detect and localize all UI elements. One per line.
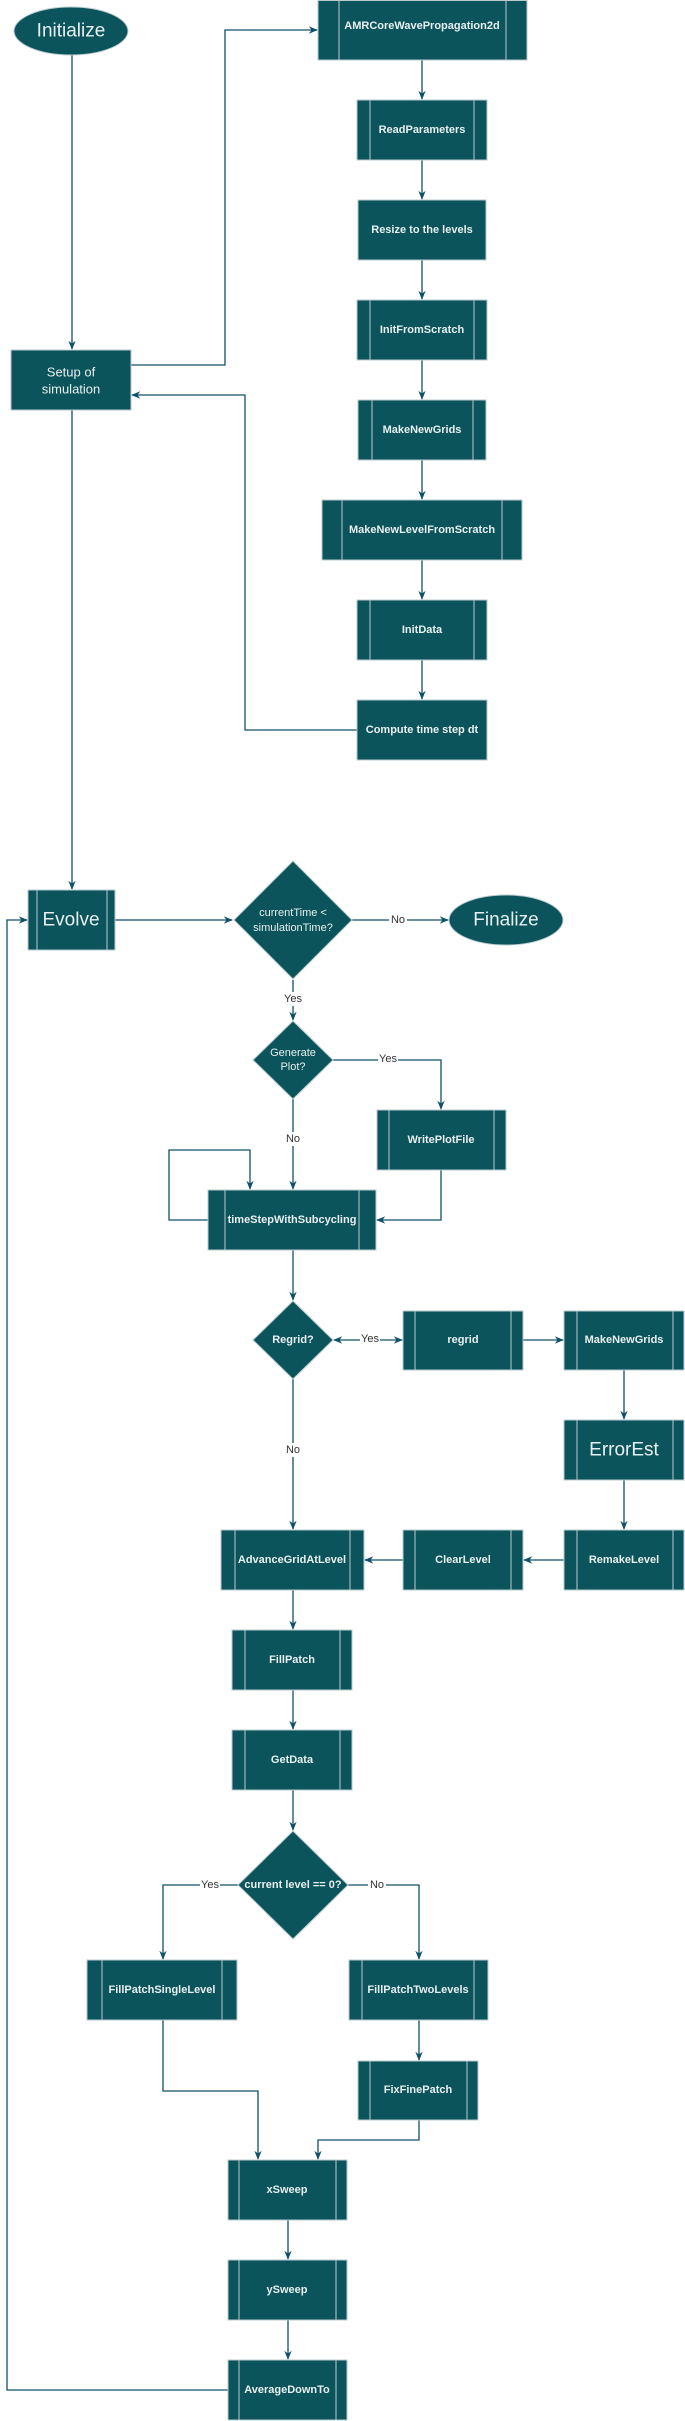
level-check-label: current level == 0? — [244, 1879, 341, 1891]
fp-two-label: FillPatchTwoLevels — [367, 1984, 468, 1996]
node-fill-patch: FillPatch — [231, 1629, 353, 1691]
node-remake-level: RemakeLevel — [563, 1529, 685, 1591]
edge-compute-setup — [131, 391, 357, 731]
time-check-label-line1: currentTime < — [259, 907, 327, 919]
node-init-from-scratch: InitFromScratch — [356, 299, 488, 361]
decision-time-check: currentTime < simulationTime? — [233, 860, 353, 980]
fill-patch-label: FillPatch — [269, 1654, 315, 1666]
label-no-finalize: No — [391, 914, 405, 926]
label-yes-genplot: Yes — [284, 993, 302, 1005]
node-get-data: GetData — [231, 1729, 353, 1791]
setup-label-line1: Setup of — [47, 365, 96, 380]
node-amr-core: AMRCoreWavePropagation2d — [317, 0, 528, 61]
fix-fine-label: FixFinePatch — [384, 2084, 453, 2096]
node-make-new-grids-2: MakeNewGrids — [563, 1310, 685, 1371]
error-est-label: ErrorEst — [589, 1440, 659, 1461]
label-no-advance: No — [286, 1444, 300, 1456]
flowchart: No Yes Yes No Yes No Yes No Initialize A… — [6, 0, 685, 2421]
regrid-label: regrid — [447, 1334, 478, 1346]
label-no-two: No — [370, 1879, 384, 1891]
make-new-level-label: MakeNewLevelFromScratch — [349, 524, 495, 536]
decision-generate-plot: Generate Plot? — [252, 1020, 334, 1100]
clear-level-label: ClearLevel — [435, 1554, 491, 1566]
edge-setup-amr — [131, 26, 318, 366]
edge-fixfine-xsweep — [314, 2120, 420, 2160]
gen-plot-label-line1: Generate — [270, 1047, 316, 1059]
edge-levelcheck-two — [348, 1884, 423, 1960]
compute-dt-label: Compute time step dt — [366, 724, 479, 736]
remake-level-label: RemakeLevel — [589, 1554, 659, 1566]
node-time-step: timeStepWithSubcycling — [207, 1189, 377, 1251]
node-read-parameters: ReadParameters — [356, 99, 488, 161]
node-init-data: InitData — [356, 599, 488, 661]
advance-label: AdvanceGridAtLevel — [238, 1554, 346, 1566]
node-evolve: Evolve — [27, 889, 116, 951]
get-data-label: GetData — [271, 1754, 314, 1766]
decision-regrid: Regrid? — [252, 1300, 334, 1380]
edge-single-xsweep — [162, 2020, 262, 2160]
write-plot-file-label: WritePlotFile — [407, 1134, 474, 1146]
label-yes-single: Yes — [201, 1879, 219, 1891]
make-new-grids-label: MakeNewGrids — [383, 424, 462, 436]
edge-write-timestep — [376, 1170, 442, 1224]
average-down-label: AverageDownTo — [244, 2384, 330, 2396]
edge-average-evolve — [6, 916, 228, 2391]
node-regrid: regrid — [402, 1310, 524, 1371]
node-make-new-grids: MakeNewGrids — [357, 399, 487, 461]
edge-levelcheck-single — [159, 1884, 238, 1960]
node-clear-level: ClearLevel — [402, 1529, 524, 1591]
node-advance-grid: AdvanceGridAtLevel — [220, 1529, 365, 1591]
gen-plot-label-line2: Plot? — [280, 1061, 305, 1073]
resize-label: Resize to the levels — [371, 224, 473, 236]
fp-single-label: FillPatchSingleLevel — [109, 1984, 216, 1996]
decision-level-check: current level == 0? — [237, 1830, 349, 1940]
node-error-est: ErrorEst — [563, 1419, 685, 1481]
node-y-sweep: ySweep — [227, 2259, 348, 2321]
label-yes-regrid: Yes — [361, 1333, 379, 1345]
node-x-sweep: xSweep — [227, 2159, 348, 2221]
init-from-scratch-label: InitFromScratch — [380, 324, 465, 336]
read-parameters-label: ReadParameters — [379, 124, 466, 136]
init-data-label: InitData — [402, 624, 443, 636]
make-new-grids-2-label: MakeNewGrids — [585, 1334, 664, 1346]
node-finalize: Finalize — [448, 894, 564, 946]
regrid-q-label: Regrid? — [272, 1334, 314, 1346]
label-yes-writeplot: Yes — [379, 1053, 397, 1065]
evolve-label: Evolve — [42, 910, 99, 931]
label-no-timestep: No — [286, 1133, 300, 1145]
node-compute-dt: Compute time step dt — [356, 699, 488, 761]
node-fill-patch-two: FillPatchTwoLevels — [348, 1959, 489, 2021]
node-fill-patch-single: FillPatchSingleLevel — [86, 1959, 238, 2021]
node-resize: Resize to the levels — [357, 199, 487, 261]
time-step-label: timeStepWithSubcycling — [228, 1214, 357, 1226]
node-fix-fine-patch: FixFinePatch — [357, 2060, 479, 2121]
node-write-plot-file: WritePlotFile — [376, 1109, 507, 1171]
finalize-label: Finalize — [473, 910, 538, 931]
amr-core-label: AMRCoreWavePropagation2d — [344, 20, 499, 32]
setup-label-line2: simulation — [42, 382, 101, 397]
node-make-new-level: MakeNewLevelFromScratch — [321, 499, 523, 561]
edge-genplot-write — [333, 1059, 445, 1110]
initialize-label: Initialize — [37, 21, 106, 42]
node-setup: Setup of simulation — [10, 349, 132, 411]
y-sweep-label: ySweep — [267, 2284, 308, 2296]
x-sweep-label: xSweep — [267, 2184, 308, 2196]
time-check-label-line2: simulationTime? — [253, 922, 333, 934]
node-average-down: AverageDownTo — [227, 2359, 348, 2421]
node-initialize: Initialize — [13, 6, 129, 56]
